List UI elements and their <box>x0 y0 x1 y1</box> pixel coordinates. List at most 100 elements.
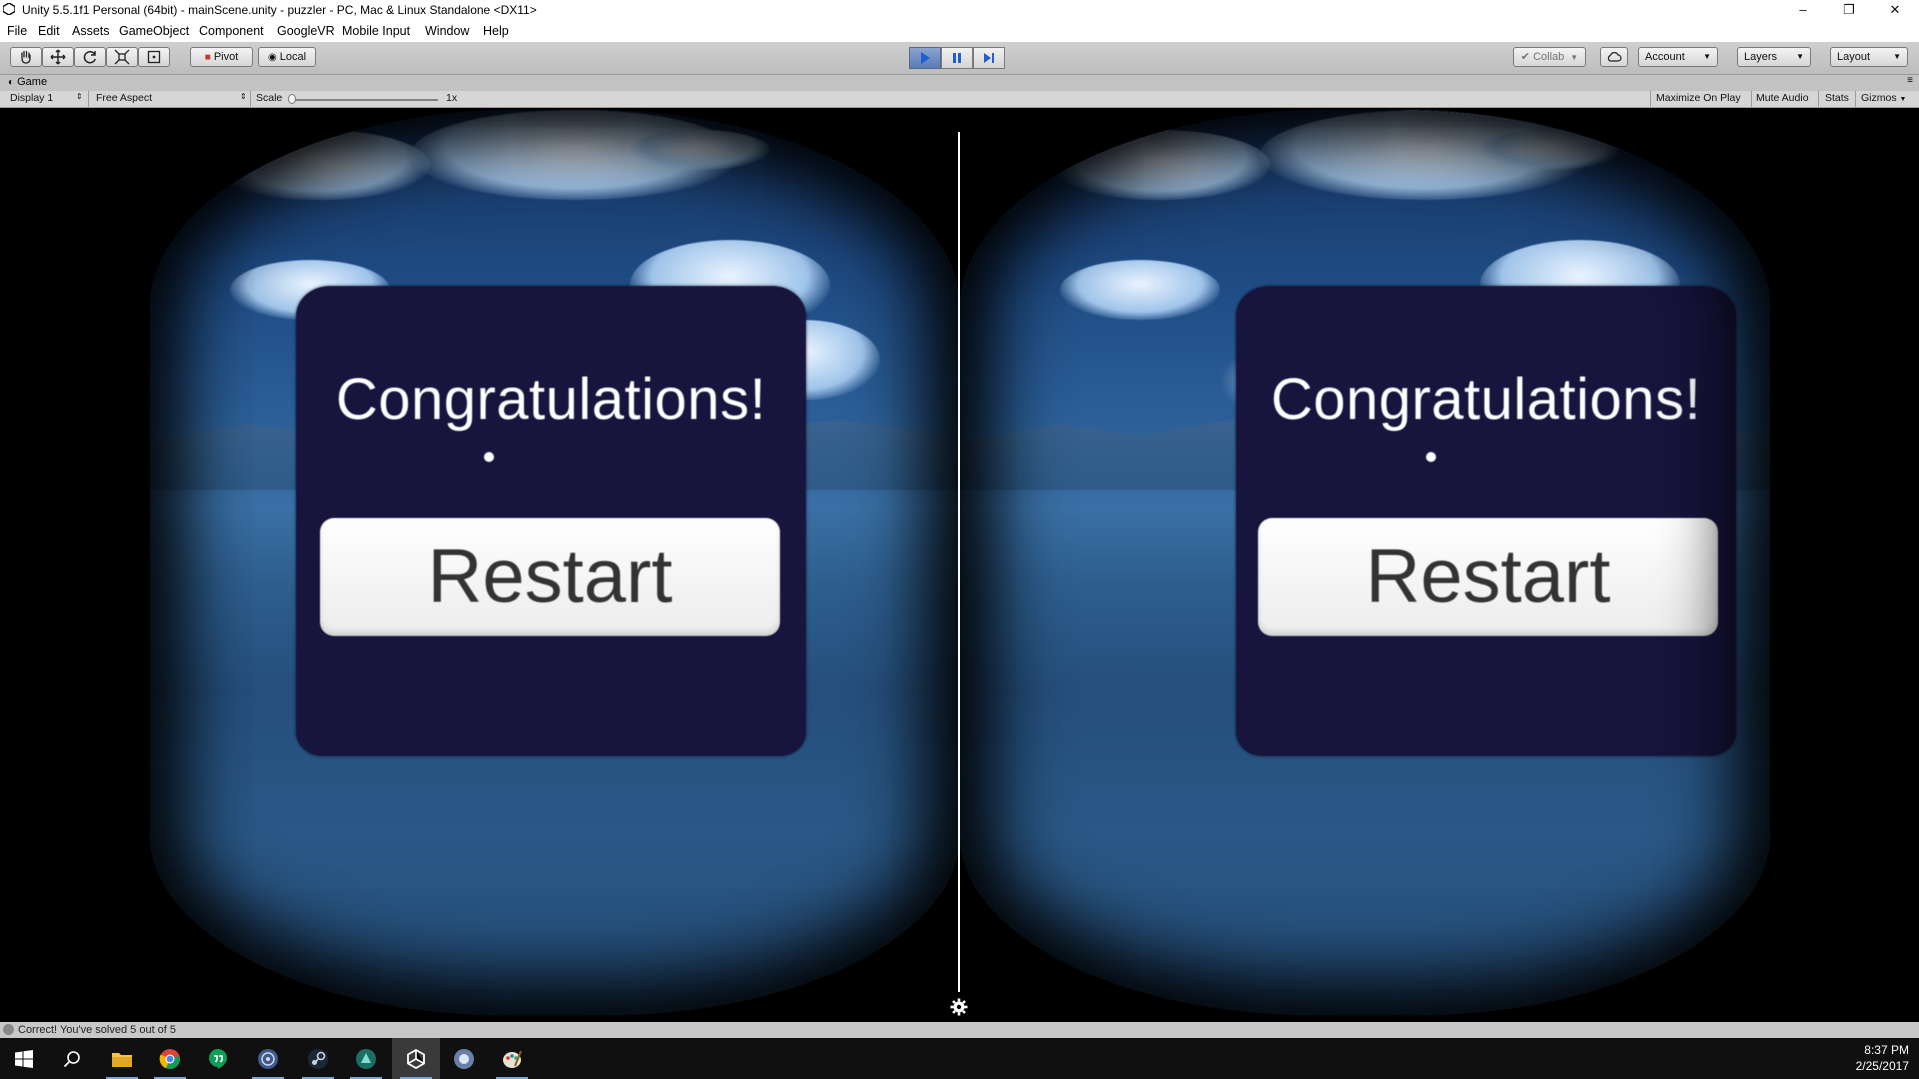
tab-menu-icon[interactable]: ≡ <box>1907 75 1913 86</box>
menu-component[interactable]: Component <box>199 24 264 38</box>
toolbar: ■ Pivot ◉ Local ✔ Collab ▼ Account ▼ Layer… <box>0 42 1919 75</box>
aspect-label: Free Aspect <box>96 92 153 104</box>
layers-dropdown[interactable]: Layers ▼ <box>1737 47 1811 67</box>
separator <box>1855 91 1856 107</box>
layout-dropdown[interactable]: Layout ▼ <box>1830 47 1908 67</box>
mute-audio-toggle[interactable]: Mute Audio <box>1756 92 1809 104</box>
local-label: Local <box>279 51 307 63</box>
account-label: Account <box>1645 51 1685 63</box>
separator <box>1650 91 1651 107</box>
menu-edit[interactable]: Edit <box>38 24 60 38</box>
hand-tool-button[interactable] <box>10 47 42 67</box>
game-view-controls: Display 1 ⇕ Free Aspect ⇕ Scale 1x Maxim… <box>0 91 1919 108</box>
cloud <box>1560 320 1710 400</box>
rotate-tool-button[interactable] <box>74 47 106 67</box>
search-button[interactable] <box>48 1038 96 1079</box>
cloud-button[interactable] <box>1600 47 1628 67</box>
account-dropdown[interactable]: Account ▼ <box>1638 47 1718 67</box>
window-title: Unity 5.5.1f1 Personal (64bit) - mainSce… <box>22 3 537 17</box>
taskbar-chrome[interactable] <box>146 1038 194 1079</box>
pause-button[interactable] <box>941 47 973 69</box>
right-eye-view: Congratulations! Restart <box>960 110 1770 1015</box>
stats-toggle[interactable]: Stats <box>1825 92 1849 104</box>
restart-button[interactable]: Restart <box>1258 518 1718 636</box>
congrats-title: Congratulations! <box>335 367 767 432</box>
taskbar-unity[interactable] <box>392 1038 440 1079</box>
clock-date: 2/25/2017 <box>1855 1059 1909 1073</box>
menu-window[interactable]: Window <box>425 24 469 38</box>
paint-icon <box>503 1050 522 1068</box>
hand-icon <box>21 50 31 64</box>
console-message: Correct! You've solved 5 out of 5 <box>18 1024 177 1036</box>
separator <box>1818 91 1819 107</box>
pivot-label: Pivot <box>213 51 239 63</box>
rect-tool-button[interactable] <box>138 47 170 67</box>
taskbar-hangouts[interactable] <box>194 1038 242 1079</box>
scale-slider-thumb[interactable] <box>288 94 296 104</box>
up-down-icon: ⇕ <box>240 92 247 101</box>
cloud <box>1260 110 1590 200</box>
chevron-down-icon: ▼ <box>1703 52 1711 61</box>
mountain-range <box>150 415 960 490</box>
separator <box>1751 91 1752 107</box>
play-button[interactable] <box>909 47 941 69</box>
start-button[interactable] <box>0 1038 48 1079</box>
move-tool-button[interactable] <box>42 47 74 67</box>
scale-slider-track[interactable] <box>290 99 438 101</box>
separator <box>88 91 89 107</box>
system-clock[interactable]: 8:37 PM 2/25/2017 <box>1856 1042 1909 1074</box>
game-viewport[interactable]: Congratulations! Restart Congratulations… <box>0 108 1919 1022</box>
congrats-panel: Congratulations! Restart <box>1236 286 1736 756</box>
local-toggle[interactable]: ◉ Local <box>258 47 316 67</box>
play-icon <box>921 52 930 64</box>
game-tab-row: ◐ Game ≡ <box>0 75 1919 91</box>
gear-icon[interactable] <box>950 998 968 1016</box>
menu-bar: File Edit Assets GameObject Component Go… <box>0 20 1919 42</box>
minimize-button[interactable]: – <box>1780 0 1826 20</box>
info-icon <box>3 1024 14 1035</box>
menu-gameobject[interactable]: GameObject <box>119 24 189 38</box>
close-button[interactable]: ✕ <box>1872 0 1918 20</box>
menu-mobile-input[interactable]: Mobile Input <box>342 24 410 38</box>
aspect-dropdown[interactable]: Free Aspect ⇕ <box>96 92 247 104</box>
pause-icon <box>953 53 961 63</box>
windows-start-icon <box>15 1049 33 1068</box>
taskbar-paint[interactable] <box>488 1038 536 1079</box>
taskbar-app-7[interactable] <box>342 1038 390 1079</box>
taskbar-app-5[interactable] <box>244 1038 292 1079</box>
maximize-button[interactable]: ❐ <box>1826 0 1872 20</box>
globe-icon: ◉ <box>267 52 277 63</box>
unity-logo-icon <box>3 3 15 15</box>
cloud <box>730 320 880 400</box>
game-tab[interactable]: ◐ Game <box>8 76 47 88</box>
gizmos-dropdown[interactable]: Gizmos ▼ <box>1861 92 1906 104</box>
search-icon <box>63 1050 80 1067</box>
restart-button[interactable]: Restart <box>320 518 780 636</box>
status-bar[interactable]: Correct! You've solved 5 out of 5 <box>0 1022 1919 1038</box>
taskbar-app-9[interactable] <box>440 1038 488 1079</box>
chrome-icon <box>159 1048 180 1069</box>
pivot-toggle[interactable]: ■ Pivot <box>190 47 253 67</box>
cloud <box>230 260 390 320</box>
disc-app-icon <box>258 1048 278 1069</box>
mountain-range <box>960 415 1770 490</box>
windows-taskbar: 8:37 PM 2/25/2017 <box>0 1038 1919 1079</box>
collab-label: Collab <box>1533 51 1565 63</box>
chevron-down-icon: ▼ <box>1899 96 1907 103</box>
menu-help[interactable]: Help <box>483 24 509 38</box>
window-title-bar: Unity 5.5.1f1 Personal (64bit) - mainSce… <box>0 0 1919 20</box>
display-dropdown[interactable]: Display 1 ⇕ <box>10 92 83 104</box>
pivot-icon: ■ <box>204 52 211 63</box>
taskbar-steam[interactable] <box>294 1038 342 1079</box>
scale-tool-button[interactable] <box>106 47 138 67</box>
menu-file[interactable]: File <box>7 24 27 38</box>
step-button[interactable] <box>973 47 1005 69</box>
maximize-on-play-toggle[interactable]: Maximize On Play <box>1656 92 1741 104</box>
steam-icon <box>308 1048 328 1069</box>
taskbar-file-explorer[interactable] <box>98 1038 146 1079</box>
menu-assets[interactable]: Assets <box>72 24 110 38</box>
chevron-down-icon: ▼ <box>1893 52 1901 61</box>
cloud <box>410 110 740 200</box>
menu-googlevr[interactable]: GoogleVR <box>277 24 335 38</box>
collab-dropdown[interactable]: ✔ Collab ▼ <box>1513 47 1586 67</box>
